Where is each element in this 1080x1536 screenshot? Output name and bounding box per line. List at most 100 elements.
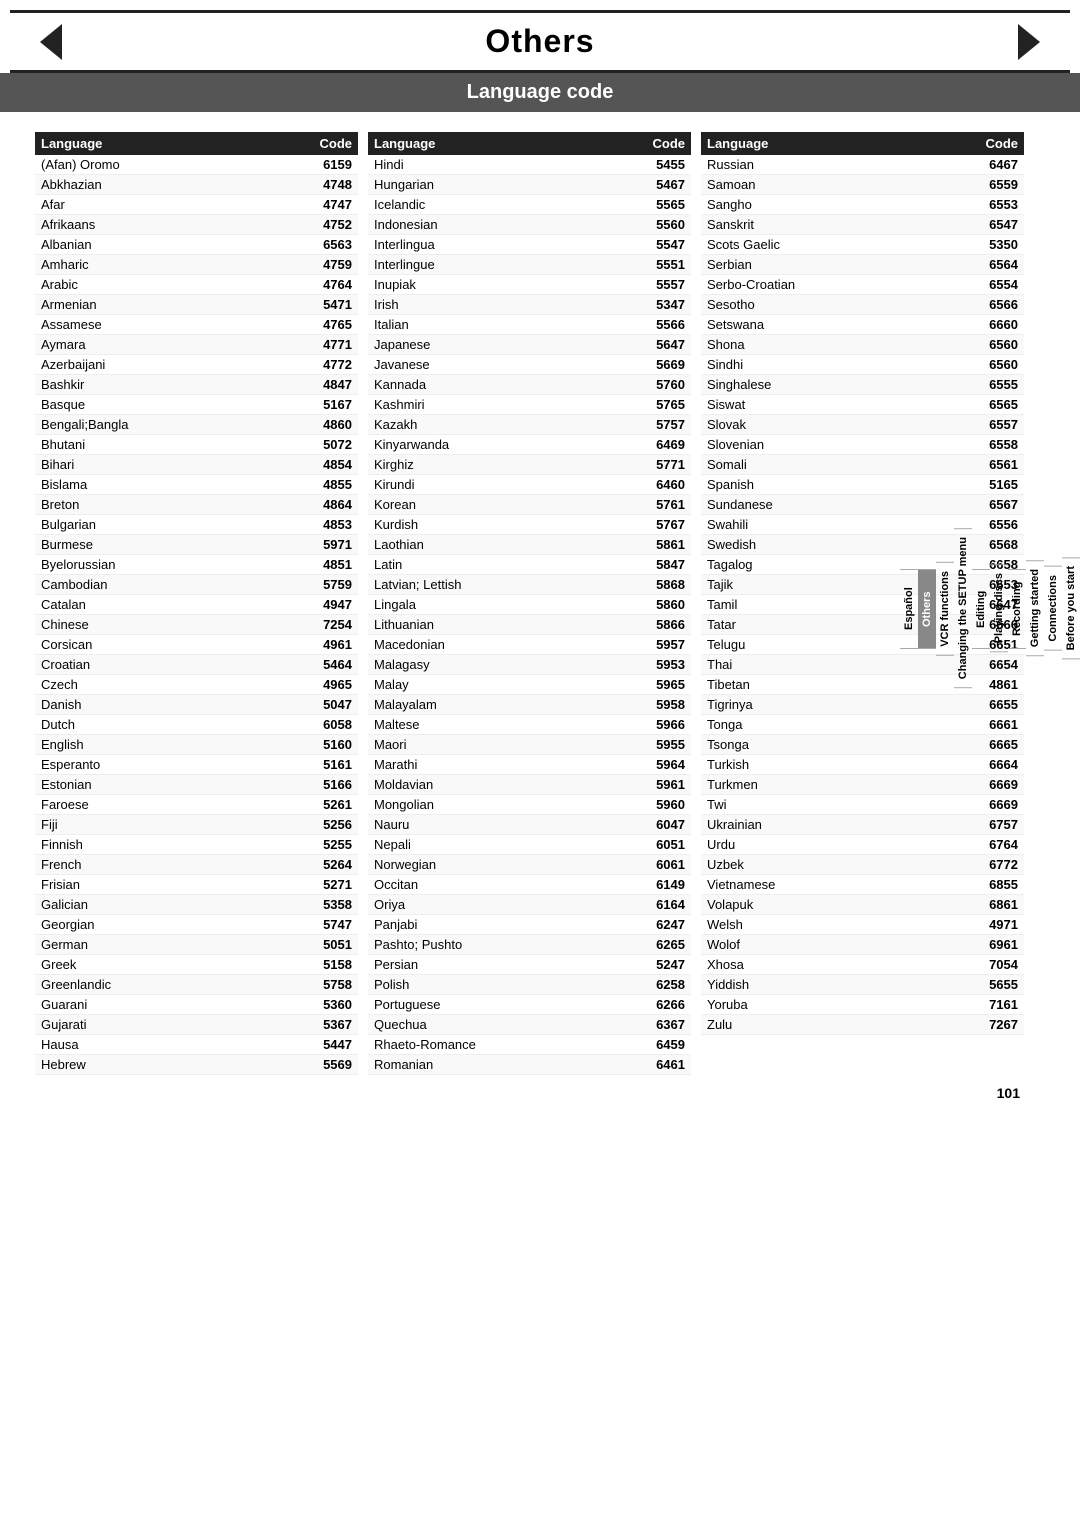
language-code: 5861 [600,535,691,555]
language-code: 5261 [258,795,358,815]
sidebar-section-others: Others [918,569,936,649]
table-row: Frisian5271 [35,875,358,895]
table-row: Occitan6149 [368,875,691,895]
language-name: Turkmen [701,775,925,795]
language-name: Sesotho [701,295,925,315]
table-row: Bhutani5072 [35,435,358,455]
table-row: Basque5167 [35,395,358,415]
language-name: Sanskrit [701,215,925,235]
table-row: Malay5965 [368,675,691,695]
table-row: German5051 [35,935,358,955]
language-code: 4854 [258,455,358,475]
language-code: 5961 [600,775,691,795]
table-row: Singhalese6555 [701,375,1024,395]
table-row: Kazakh5757 [368,415,691,435]
language-code: 4864 [258,495,358,515]
language-name: Tigrinya [701,695,925,715]
language-code: 6367 [600,1015,691,1035]
language-code: 5747 [258,915,358,935]
language-code: 5161 [258,755,358,775]
table-row: Marathi5964 [368,755,691,775]
table-row: English5160 [35,735,358,755]
language-code: 4861 [925,675,1024,695]
language-code: 6655 [925,695,1024,715]
language-code: 5964 [600,755,691,775]
section-subtitle: Language code [0,73,1080,112]
col-header-code: Code [258,132,358,155]
table-row: Spanish5165 [701,475,1024,495]
language-code: 5565 [600,195,691,215]
table-row: Kirundi6460 [368,475,691,495]
language-name: Galician [35,895,258,915]
table-row: Slovak6557 [701,415,1024,435]
language-code: 4860 [258,415,358,435]
language-name: Panjabi [368,915,600,935]
language-name: Bengali;Bangla [35,415,258,435]
language-code: 6554 [925,275,1024,295]
language-code: 6266 [600,995,691,1015]
language-code: 5958 [600,695,691,715]
language-name: Croatian [35,655,258,675]
language-name: Pashto; Pushto [368,935,600,955]
language-name: Czech [35,675,258,695]
table-row: Malagasy5953 [368,655,691,675]
table-row: Assamese4765 [35,315,358,335]
language-code: 6855 [925,875,1024,895]
language-code: 6567 [925,495,1024,515]
sidebar-section-editing: Editing [972,569,990,649]
language-code: 5758 [258,975,358,995]
table-row: Interlingue5551 [368,255,691,275]
table-row: Norwegian6061 [368,855,691,875]
language-code: 6961 [925,935,1024,955]
table-row: Serbian6564 [701,255,1024,275]
language-name: Hungarian [368,175,600,195]
language-name: Lithuanian [368,615,600,635]
language-code: 5953 [600,655,691,675]
language-name: Volapuk [701,895,925,915]
page-wrapper: Others Language code LanguageCode(Afan) … [0,10,1080,1111]
table-row: Nepali6051 [368,835,691,855]
language-name: Rhaeto-Romance [368,1035,600,1055]
right-sidebar: Before you startConnectionsGetting start… [1044,132,1080,1075]
sidebar-section-playing-discs: Playing discs [990,564,1008,652]
table-row: Finnish5255 [35,835,358,855]
language-code: 5166 [258,775,358,795]
language-name: Armenian [35,295,258,315]
language-name: Tibetan [701,675,925,695]
language-name: Malagasy [368,655,600,675]
language-name: Yoruba [701,995,925,1015]
table-row: French5264 [35,855,358,875]
language-name: Kannada [368,375,600,395]
language-name: Portuguese [368,995,600,1015]
language-name: Maori [368,735,600,755]
language-code: 5860 [600,595,691,615]
language-code: 5360 [258,995,358,1015]
table-row: Cambodian5759 [35,575,358,595]
table-row: Greenlandic5758 [35,975,358,995]
language-code: 6460 [600,475,691,495]
table-row: Turkish6664 [701,755,1024,775]
language-name: Korean [368,495,600,515]
language-code: 5165 [925,475,1024,495]
language-code: 5965 [600,675,691,695]
table-row: Xhosa7054 [701,955,1024,975]
language-name: Marathi [368,755,600,775]
table-row: Laothian5861 [368,535,691,555]
table-row: Fiji5256 [35,815,358,835]
language-code: 6566 [925,295,1024,315]
language-code: 6461 [600,1055,691,1075]
language-name: Fiji [35,815,258,835]
language-code: 5765 [600,395,691,415]
language-code: 4855 [258,475,358,495]
language-code: 5255 [258,835,358,855]
language-code: 5771 [600,455,691,475]
table-row: Kinyarwanda6469 [368,435,691,455]
language-code: 5358 [258,895,358,915]
language-code: 4752 [258,215,358,235]
table-row: Breton4864 [35,495,358,515]
language-name: Slovenian [701,435,925,455]
language-name: Burmese [35,535,258,555]
language-name: Welsh [701,915,925,935]
language-name: Hausa [35,1035,258,1055]
language-name: Kazakh [368,415,600,435]
